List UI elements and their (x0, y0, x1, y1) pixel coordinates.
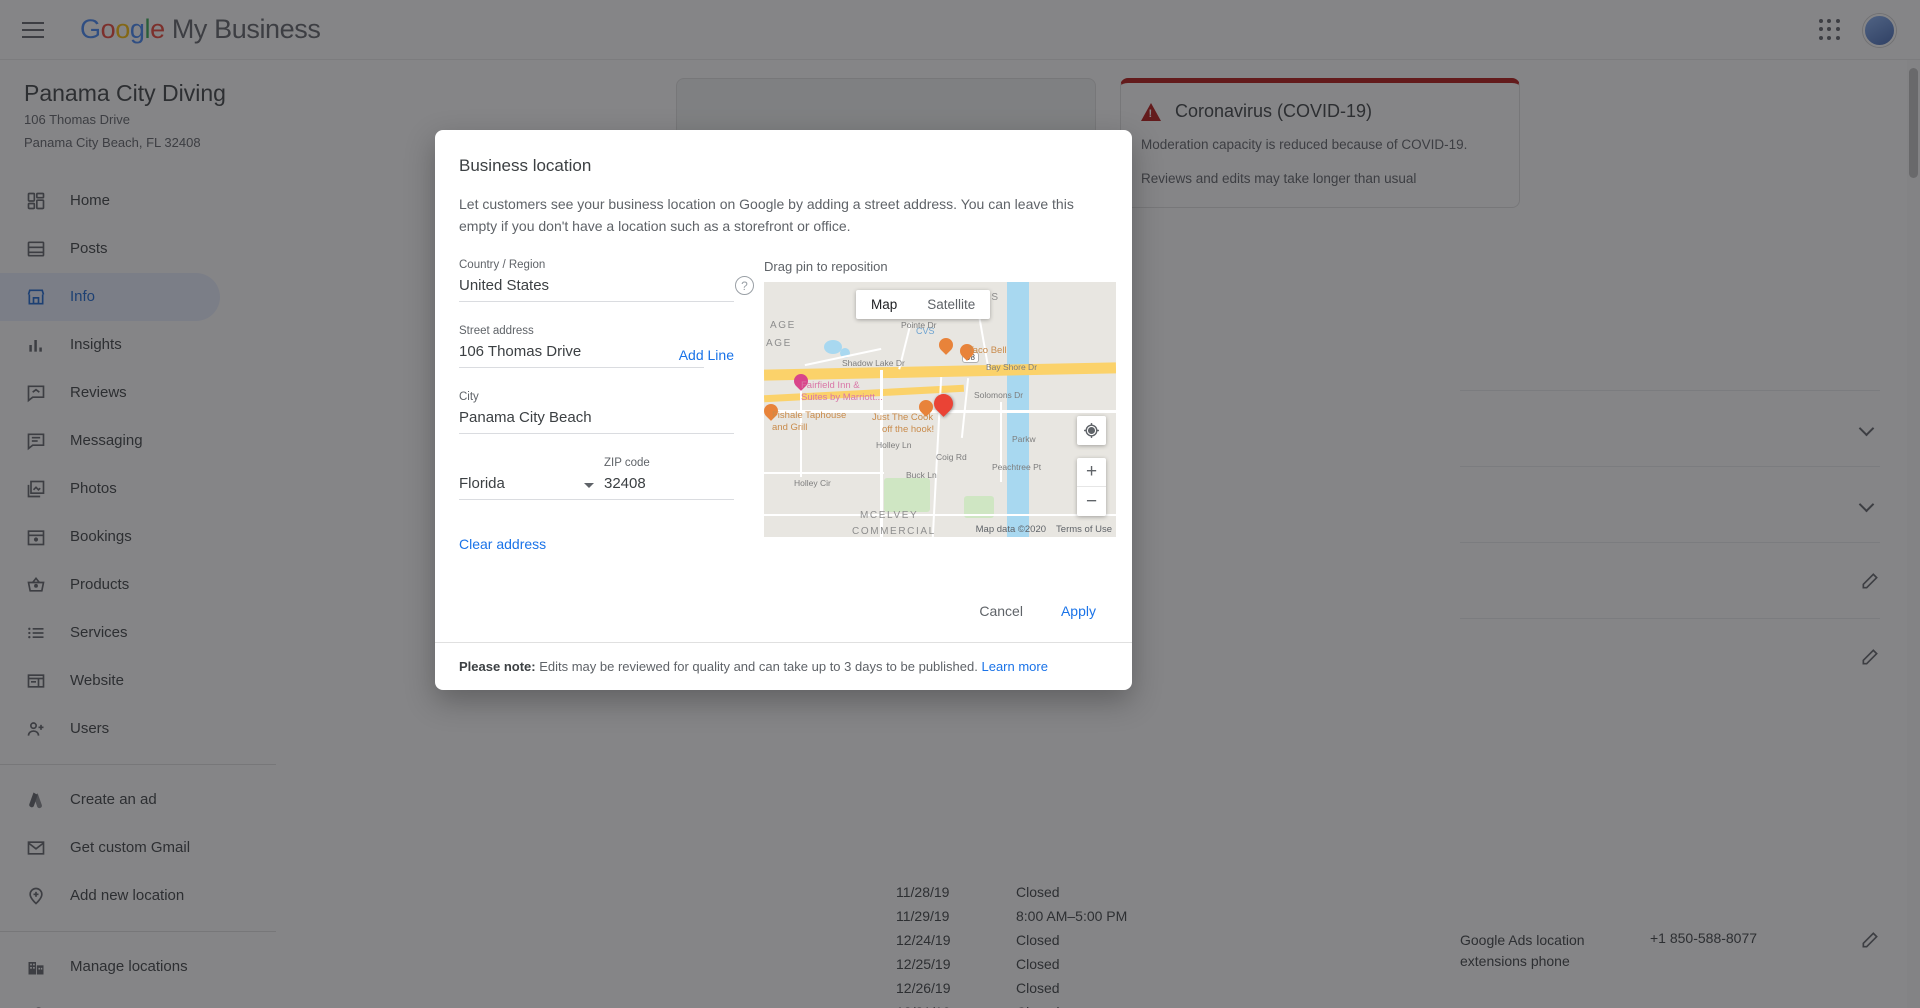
country-field[interactable]: Country / Region United States ? (459, 259, 734, 302)
map-type-toggle[interactable]: Map Satellite (856, 290, 990, 319)
map-zoom-controls[interactable]: + − (1077, 458, 1106, 516)
dialog-description: Let customers see your business location… (459, 194, 1104, 237)
location-pin[interactable] (930, 390, 957, 417)
map-label: off the hook! (882, 424, 934, 435)
map-label: Coig Rd (936, 452, 967, 462)
map-label: and Grill (772, 422, 807, 433)
zoom-in-button[interactable]: + (1077, 458, 1106, 487)
map-label: Pointe Dr (901, 320, 936, 330)
state-select-value[interactable]: Florida (459, 469, 604, 500)
country-label: Country / Region (459, 259, 734, 271)
city-input[interactable]: Panama City Beach (459, 403, 734, 434)
drag-pin-label: Drag pin to reposition (764, 259, 1116, 274)
clear-address-button[interactable]: Clear address (459, 536, 546, 552)
my-location-icon[interactable] (1077, 416, 1106, 445)
street-address-label: Street address (459, 325, 734, 337)
map-label: MCELVEY (860, 510, 918, 521)
note-text: Edits may be reviewed for quality and ca… (536, 659, 982, 674)
zip-field[interactable]: ZIP code 32408 (604, 457, 734, 500)
add-line-button[interactable]: Add Line (679, 347, 734, 363)
dialog-title: Business location (459, 156, 1108, 176)
map-label: COMMERCIAL (852, 526, 936, 537)
map-label: Buck Ln (906, 470, 937, 480)
note-bold: Please note: (459, 659, 536, 674)
map-label: Holley Cir (794, 478, 831, 488)
zip-label: ZIP code (604, 457, 734, 469)
map-type-map[interactable]: Map (856, 290, 912, 319)
map-label: Just The Cook (872, 412, 933, 423)
map-label: Fairfield Inn & (801, 380, 860, 391)
map-label: Parkw (1012, 434, 1036, 444)
map-label: Solomons Dr (974, 390, 1023, 400)
map-label: Taco Bell (968, 345, 1007, 356)
map-terms-link[interactable]: Terms of Use (1056, 524, 1112, 535)
map-label: Holley Ln (876, 440, 911, 450)
map-attribution: Map data ©2020 (976, 524, 1046, 535)
apply-button[interactable]: Apply (1049, 594, 1108, 628)
street-address-field[interactable]: Street address 106 Thomas Drive Add Line (459, 325, 734, 368)
dialog-note: Please note: Edits may be reviewed for q… (435, 642, 1132, 690)
map-label: AGE (766, 338, 792, 349)
city-field[interactable]: City Panama City Beach (459, 391, 734, 434)
map-poi-pin (936, 335, 956, 355)
chevron-down-icon (584, 483, 594, 488)
zoom-out-button[interactable]: − (1077, 487, 1106, 516)
city-label: City (459, 391, 734, 403)
map-label: Peachtree Pt (992, 462, 1041, 472)
map-label: Shadow Lake Dr (842, 358, 905, 368)
street-address-input[interactable]: 106 Thomas Drive (459, 337, 704, 368)
cancel-button[interactable]: Cancel (967, 594, 1035, 628)
learn-more-link[interactable]: Learn more (981, 659, 1047, 674)
business-location-dialog: Business location Let customers see your… (435, 130, 1132, 690)
location-map[interactable]: 98 HEIGHTSAGEAGECVSTaco BellShadow Lake … (764, 282, 1116, 537)
map-label: Suites by Marriott... (801, 392, 883, 403)
map-type-satellite[interactable]: Satellite (912, 290, 990, 319)
help-circle-icon[interactable]: ? (735, 276, 754, 295)
zip-input[interactable]: 32408 (604, 469, 734, 500)
map-label: Bay Shore Dr (986, 362, 1037, 372)
map-label: AGE (770, 320, 796, 331)
country-input[interactable]: United States (459, 271, 734, 302)
map-label: Fishale Taphouse (772, 410, 846, 421)
state-select[interactable]: Florida (459, 469, 604, 500)
